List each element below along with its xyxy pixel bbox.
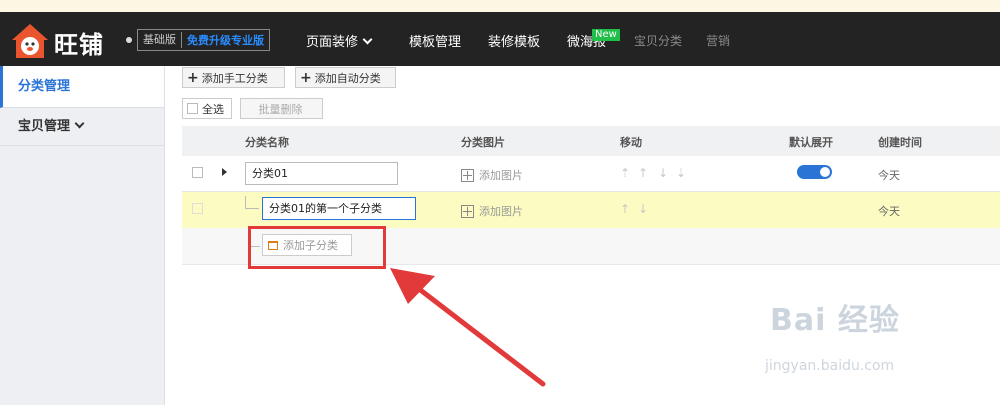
move-top-icon[interactable]: ⇡	[620, 166, 630, 180]
move-bottom-icon[interactable]: ⇣	[676, 166, 686, 180]
brand-dot	[126, 37, 132, 43]
top-notice-strip	[0, 0, 1000, 12]
plus-icon: +	[300, 69, 312, 86]
sidebar-item-category-manage[interactable]: 分类管理	[0, 66, 164, 108]
select-all-toggle[interactable]: 全选	[182, 98, 232, 119]
toggle-knob	[820, 167, 830, 177]
nav-page-decor[interactable]: 页面装修	[306, 31, 373, 50]
top-nav-bar: 旺铺 基础版 免费升级专业版 页面装修 模板管理 装修模板 微海报 New 宝贝…	[0, 12, 1000, 66]
nav-template-manage[interactable]: 模板管理	[409, 31, 461, 50]
col-header-name: 分类名称	[245, 136, 289, 149]
brand-name[interactable]: 旺铺	[54, 25, 104, 60]
plus-icon: +	[187, 69, 199, 86]
add-auto-label: 添加自动分类	[314, 71, 381, 85]
default-expand-toggle[interactable]	[797, 165, 832, 179]
sidebar: 分类管理 宝贝管理	[0, 66, 165, 405]
created-time: 今天	[878, 169, 900, 182]
nav-page-decor-label: 页面装修	[306, 35, 359, 50]
move-down-icon[interactable]: ↓	[658, 166, 668, 180]
annotation-arrow-icon	[390, 268, 546, 387]
col-header-default-expand: 默认展开	[789, 136, 833, 149]
add-image-icon	[461, 204, 474, 218]
shop-house-logo-icon[interactable]	[10, 22, 50, 60]
highlight-box	[248, 226, 386, 269]
category-name-input[interactable]: 分类01	[245, 162, 398, 185]
nav-item-category[interactable]: 宝贝分类	[634, 32, 682, 49]
add-auto-category-button[interactable]: + 添加自动分类	[295, 67, 396, 88]
baidu-watermark: Bai 经验	[770, 303, 900, 338]
table-row: 分类01 添加图片 ⇡ ↑ ↓ ⇣ 今天	[182, 156, 1000, 192]
expand-triangle-icon[interactable]	[222, 168, 227, 176]
edition-basic-label: 基础版	[138, 32, 182, 48]
batch-delete-button[interactable]: 批量删除	[240, 98, 323, 119]
table-header: 分类名称 分类图片 移动 默认展开 创建时间	[182, 126, 1000, 156]
add-image-button[interactable]: 添加图片	[461, 167, 523, 183]
add-image-label: 添加图片	[479, 205, 523, 218]
add-image-label: 添加图片	[479, 169, 523, 182]
chevron-down-icon	[74, 118, 85, 129]
move-down-icon[interactable]: ↓	[638, 202, 648, 216]
nav-decor-template[interactable]: 装修模板	[488, 31, 540, 50]
move-up-icon[interactable]: ↑	[620, 202, 630, 216]
row-checkbox[interactable]	[192, 203, 203, 214]
select-all-checkbox[interactable]	[187, 103, 198, 114]
created-time: 今天	[878, 205, 900, 218]
row-checkbox[interactable]	[192, 167, 203, 178]
tree-connector	[245, 196, 259, 209]
col-header-move: 移动	[620, 136, 642, 149]
add-manual-label: 添加手工分类	[201, 71, 268, 85]
edition-badge: 基础版 免费升级专业版	[137, 29, 270, 51]
nav-marketing[interactable]: 营销	[706, 32, 730, 49]
subcategory-name-input[interactable]: 分类01的第一个子分类	[262, 197, 416, 220]
col-header-image: 分类图片	[461, 136, 505, 149]
move-up-icon[interactable]: ↑	[638, 166, 648, 180]
select-all-label: 全选	[202, 102, 224, 116]
sidebar-item-label: 宝贝管理	[18, 119, 71, 134]
add-image-icon	[461, 168, 474, 182]
table-row: 分类01的第一个子分类 添加图片 ↑ ↓ 今天	[182, 192, 1000, 228]
col-header-created: 创建时间	[878, 136, 922, 149]
chevron-down-icon	[362, 34, 373, 45]
upgrade-link[interactable]: 免费升级专业版	[182, 32, 269, 48]
add-image-button[interactable]: 添加图片	[461, 203, 523, 219]
add-manual-category-button[interactable]: + 添加手工分类	[182, 67, 285, 88]
sidebar-item-item-manage[interactable]: 宝贝管理	[0, 108, 164, 146]
baidu-watermark-url: jingyan.baidu.com	[765, 358, 895, 374]
new-badge: New	[592, 29, 620, 41]
